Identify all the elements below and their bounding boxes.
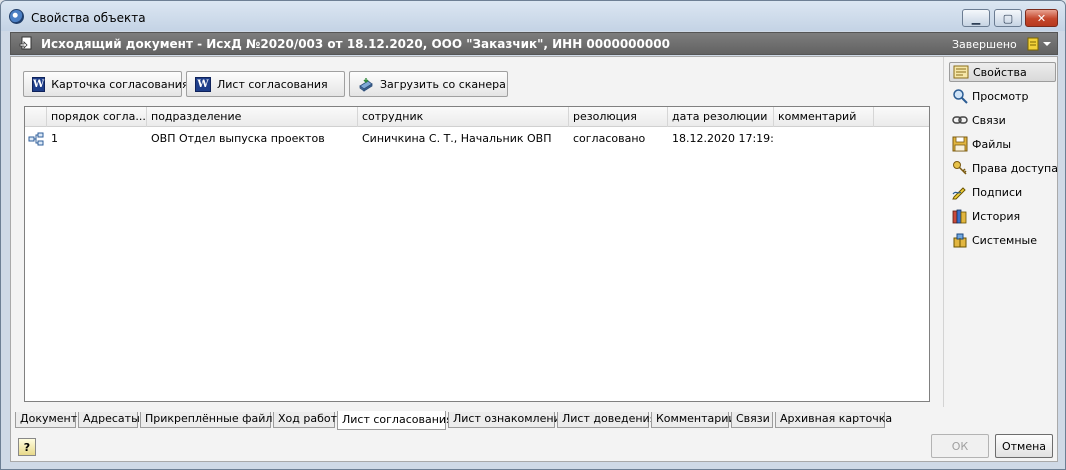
side-item-properties[interactable]: Свойства [949, 62, 1056, 82]
side-item-signatures[interactable]: Подписи [949, 182, 1056, 202]
column-header-department[interactable]: подразделение [147, 107, 358, 127]
side-item-access-rights[interactable]: Права доступа [949, 158, 1058, 178]
side-item-label: Файлы [972, 137, 1012, 151]
scan-upload-button[interactable]: Загрузить со сканера [349, 71, 508, 97]
cell-comment [774, 129, 874, 149]
books-icon [952, 209, 967, 224]
scan-upload-label: Загрузить со сканера [380, 77, 506, 91]
key-icon [953, 161, 967, 175]
link-icon [952, 116, 968, 124]
tab-links[interactable]: Связи [731, 412, 773, 428]
column-header-resolution-date[interactable]: дата резолюции [668, 107, 774, 127]
side-item-history[interactable]: История [949, 206, 1056, 226]
side-item-links[interactable]: Связи [949, 110, 1056, 130]
tab-archive-card[interactable]: Архивная карточка [775, 412, 892, 428]
cell-employee: Синичкина С. Т., Начальник ОВП [362, 132, 552, 145]
scanner-icon [359, 77, 373, 92]
maximize-button[interactable]: ▢ [994, 9, 1022, 27]
approval-sheet-label: Лист согласования [217, 77, 328, 91]
tab-attached-files[interactable]: Прикреплённые файлы [140, 412, 281, 428]
grid-header-spacer [25, 107, 47, 127]
approval-tree-icon [28, 132, 44, 146]
magnifier-icon [953, 89, 968, 104]
column-header-comment[interactable]: комментарий [774, 107, 874, 127]
maximize-icon: ▢ [1002, 11, 1014, 25]
tab-document[interactable]: Документ [15, 412, 77, 428]
close-icon: ✕ [1036, 11, 1047, 25]
tab-work-progress[interactable]: Ход работ [273, 412, 337, 428]
close-button[interactable]: ✕ [1025, 9, 1058, 27]
bottom-tab-strip: Документ Адресаты Прикреплённые файлы Хо… [15, 411, 945, 430]
status-note-icon[interactable] [1027, 37, 1039, 51]
approval-card-button[interactable]: W Карточка согласования [23, 71, 189, 97]
side-item-label: Связи [972, 113, 1006, 127]
side-menu: Свойства Просмотр Связи Файлы Права дост… [943, 57, 1058, 407]
cell-order: 1 [51, 132, 58, 145]
properties-icon [953, 65, 969, 79]
content-area: W Карточка согласования W Лист согласова… [10, 56, 1058, 462]
app-globe-icon [9, 9, 24, 24]
cell-resolution-date: 18.12.2020 17:19:12 [672, 132, 774, 145]
side-item-label: История [972, 209, 1021, 223]
outgoing-document-icon [19, 36, 32, 50]
tab-familiarization-sheet[interactable]: Лист ознакомления [448, 412, 567, 428]
side-item-label: Просмотр [972, 89, 1029, 103]
side-item-system[interactable]: Системные [949, 230, 1056, 250]
cell-department: ОВП Отдел выпуска проектов [151, 132, 325, 145]
window-title: Свойства объекта [31, 11, 146, 25]
approval-card-label: Карточка согласования [51, 77, 189, 91]
help-button[interactable]: ? [18, 438, 36, 456]
system-icon [953, 233, 967, 248]
help-icon: ? [23, 440, 31, 454]
side-item-label: Подписи [972, 185, 1023, 199]
document-header-bar: Исходящий документ - ИсхД №2020/003 от 1… [10, 32, 1058, 55]
word-document-icon: W [32, 76, 46, 92]
properties-window: Свойства объекта ▁ ▢ ✕ Исходящий докумен… [0, 0, 1066, 470]
side-item-label: Права доступа [972, 161, 1058, 175]
signature-icon [952, 187, 966, 200]
tab-approval-sheet[interactable]: Лист согласования [337, 411, 453, 430]
column-header-resolution[interactable]: резолюция [569, 107, 668, 127]
grid-header: порядок согла... подразделение сотрудник… [25, 107, 929, 127]
approval-sheet-button[interactable]: W Лист согласования [186, 71, 345, 97]
floppy-icon [952, 136, 968, 152]
word-document-icon: W [195, 76, 211, 92]
side-item-files[interactable]: Файлы [949, 134, 1056, 154]
cancel-button[interactable]: Отмена [995, 434, 1053, 458]
side-item-label: Системные [972, 233, 1037, 247]
side-item-label: Свойства [973, 65, 1027, 79]
status-dropdown-arrow-icon[interactable] [1043, 42, 1051, 46]
tab-comments[interactable]: Комментарии [651, 412, 736, 428]
main-panel: W Карточка согласования W Лист согласова… [11, 57, 941, 407]
ok-button[interactable]: ОК [931, 434, 989, 458]
table-row[interactable]: 1 ОВП Отдел выпуска проектов Синичкина С… [25, 129, 929, 149]
title-bar[interactable]: Свойства объекта ▁ ▢ ✕ [1, 1, 1065, 31]
column-header-order[interactable]: порядок согла... [47, 107, 147, 127]
document-title: Исходящий документ - ИсхД №2020/003 от 1… [41, 37, 670, 51]
approval-grid[interactable]: порядок согла... подразделение сотрудник… [24, 106, 930, 402]
side-item-preview[interactable]: Просмотр [949, 86, 1056, 106]
column-header-employee[interactable]: сотрудник [358, 107, 569, 127]
minimize-button[interactable]: ▁ [962, 9, 990, 27]
tab-delivery-sheet[interactable]: Лист доведения [557, 412, 656, 428]
cell-resolution: согласовано [573, 132, 646, 145]
minimize-icon: ▁ [971, 11, 981, 25]
document-status: Завершено [952, 38, 1017, 51]
tab-addressees[interactable]: Адресаты [78, 412, 140, 428]
